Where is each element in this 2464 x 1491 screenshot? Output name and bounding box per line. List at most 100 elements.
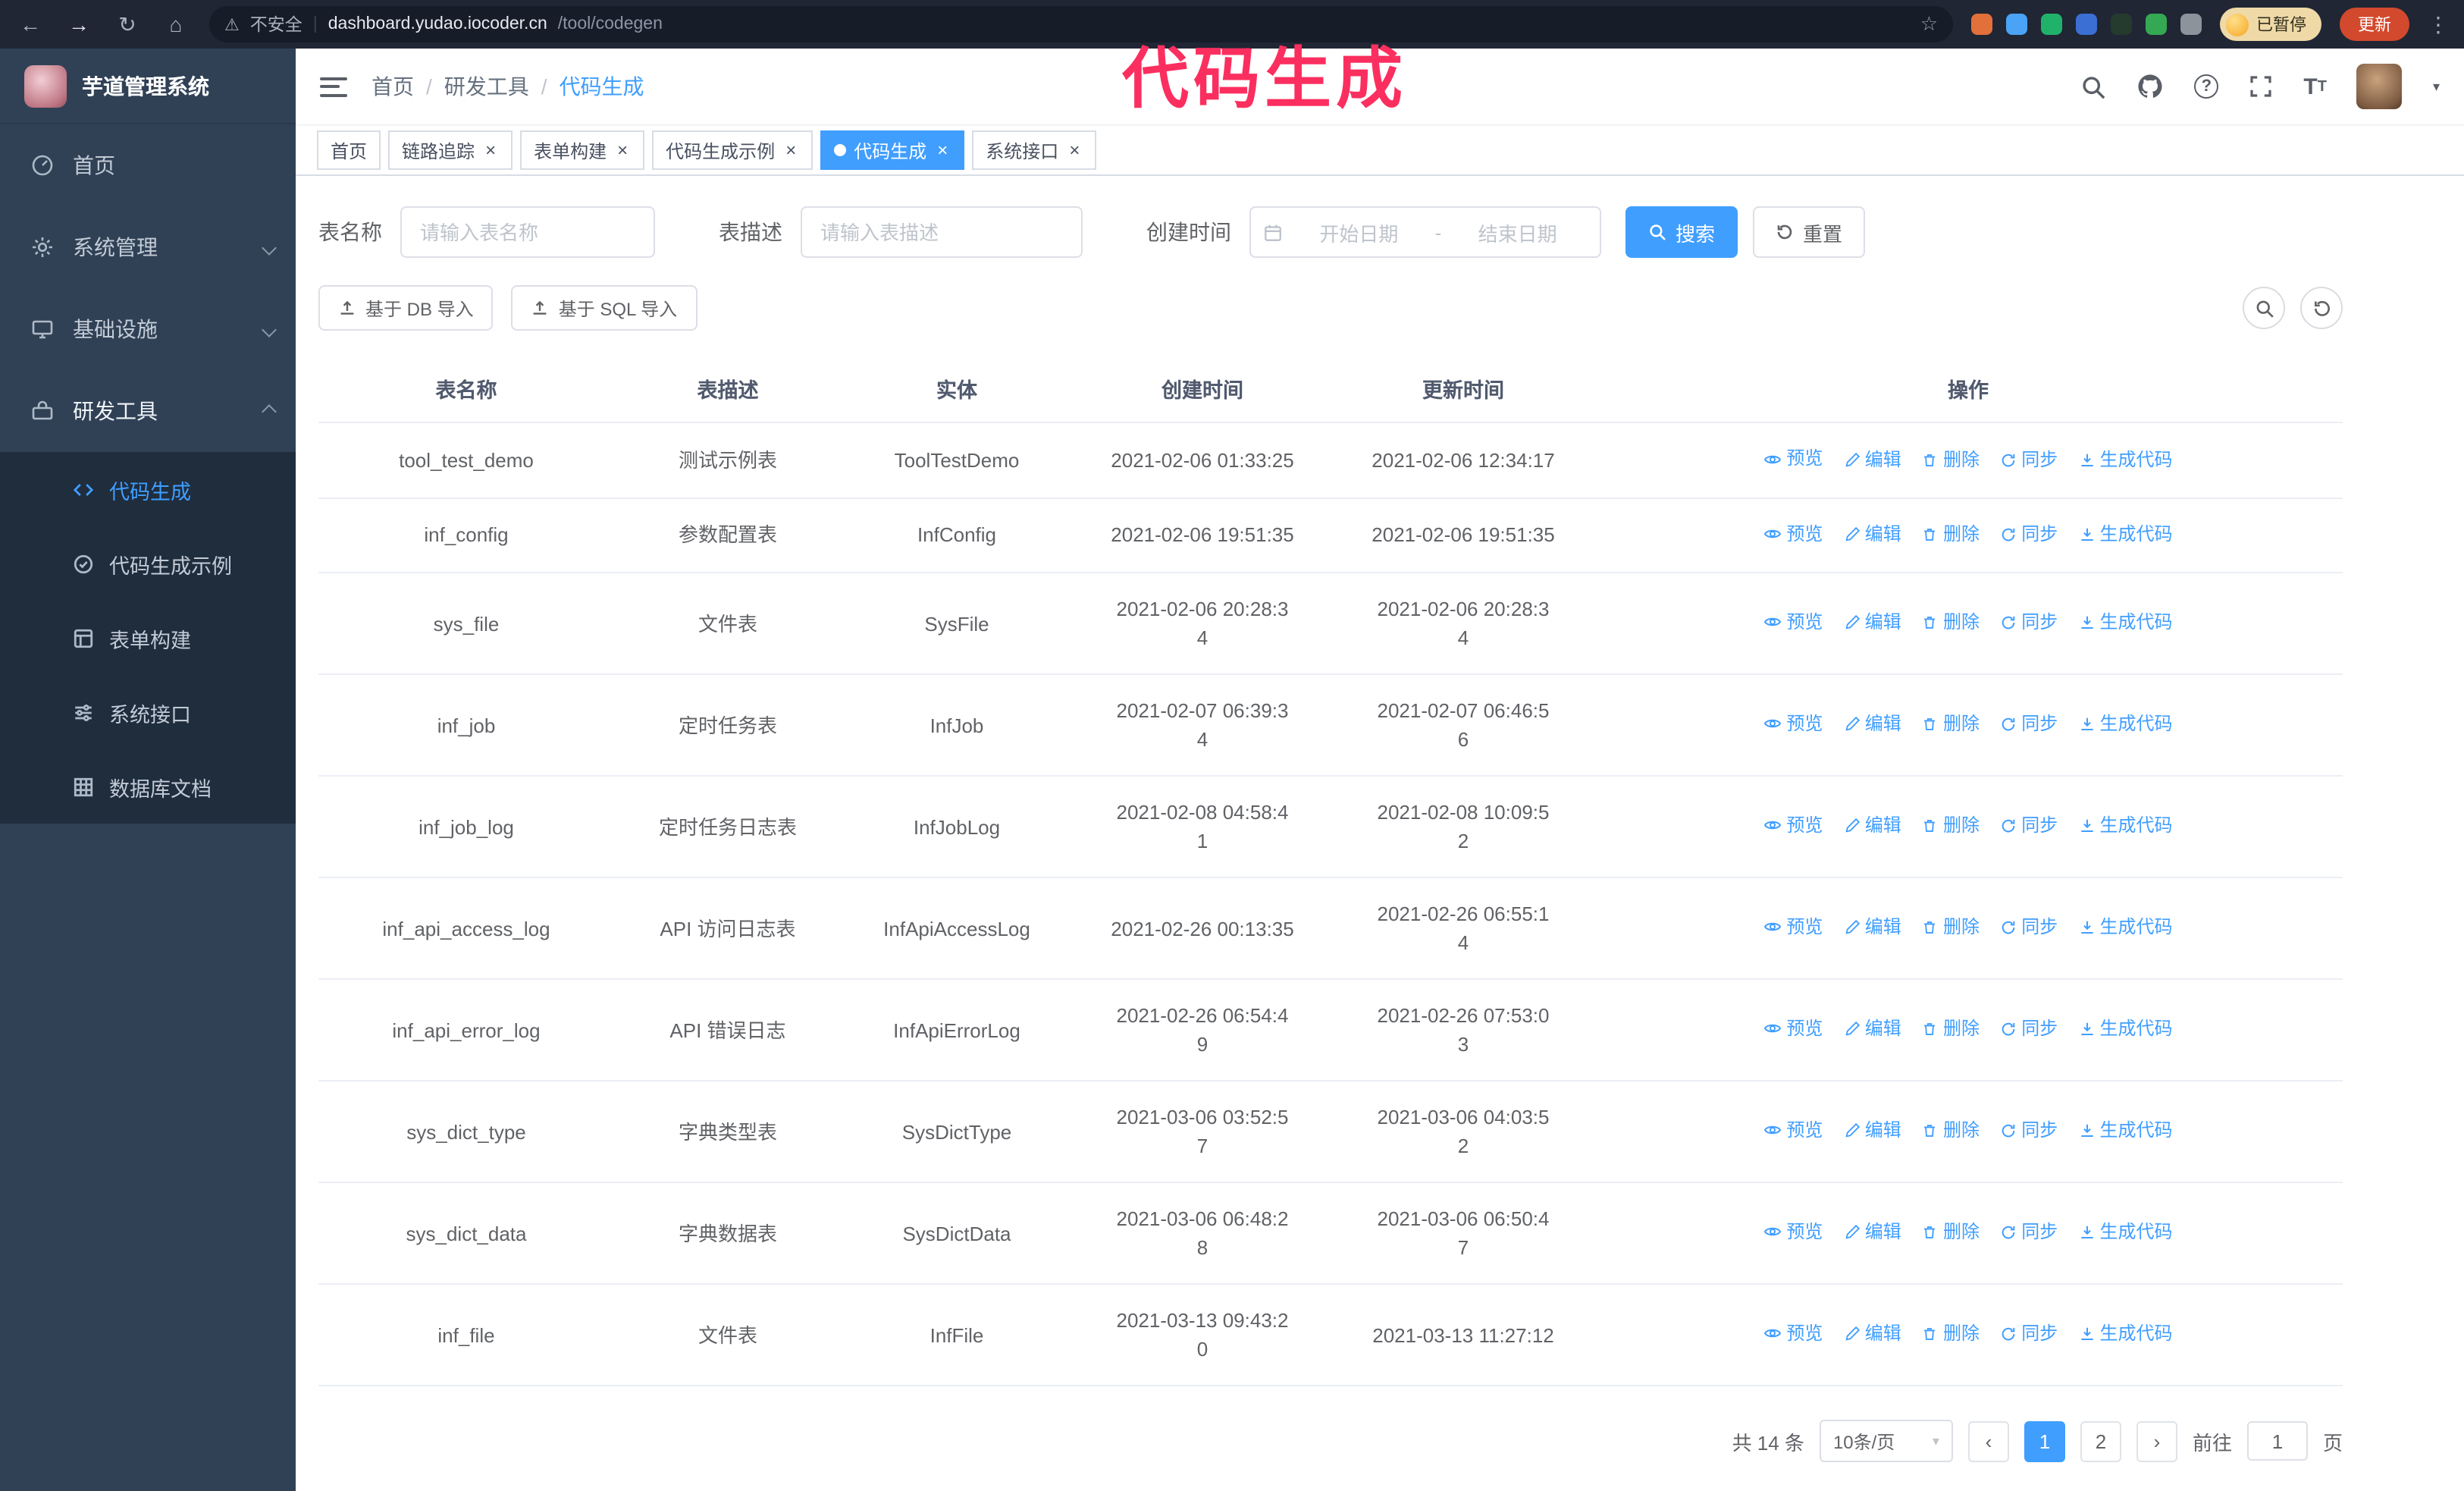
app-logo[interactable]: 芋道管理系统 <box>0 49 296 124</box>
sync-link[interactable]: 同步 <box>2000 914 2058 943</box>
reload-icon[interactable]: ↻ <box>112 11 143 37</box>
sidebar-item-system[interactable]: 系统管理 <box>0 206 296 288</box>
generate-code-link[interactable]: 生成代码 <box>2079 1015 2173 1044</box>
close-icon[interactable]: × <box>1066 140 1083 161</box>
sidebar-item-dev-tools[interactable]: 研发工具 <box>0 370 296 452</box>
bookmark-star-icon[interactable]: ☆ <box>1920 12 1938 36</box>
refresh-table-button[interactable] <box>2300 287 2343 329</box>
extension-icon[interactable] <box>2111 14 2132 35</box>
extension-icon[interactable] <box>2006 14 2027 35</box>
sync-link[interactable]: 同步 <box>2000 609 2058 638</box>
table-name-input[interactable] <box>400 206 655 258</box>
edit-link[interactable]: 编辑 <box>1844 1117 1901 1146</box>
insecure-warning-icon[interactable]: ⚠ <box>224 14 240 34</box>
tab-codegen-example[interactable]: 代码生成示例 × <box>652 130 813 170</box>
tab-codegen[interactable]: 代码生成 × <box>820 130 965 170</box>
breadcrumb-dev-tools[interactable]: 研发工具 <box>444 71 529 102</box>
close-icon[interactable]: × <box>482 140 499 161</box>
breadcrumb-home[interactable]: 首页 <box>371 71 414 102</box>
preview-link[interactable]: 预览 <box>1763 444 1823 473</box>
github-icon[interactable] <box>2136 73 2164 100</box>
edit-link[interactable]: 编辑 <box>1844 812 1901 841</box>
preview-link[interactable]: 预览 <box>1763 710 1823 739</box>
reset-button[interactable]: 重置 <box>1753 206 1866 258</box>
profile-badge[interactable]: 已暂停 <box>2220 8 2321 41</box>
generate-code-link[interactable]: 生成代码 <box>2079 609 2173 638</box>
prev-page-button[interactable]: ‹ <box>1967 1420 2009 1461</box>
delete-link[interactable]: 删除 <box>1922 609 1980 638</box>
close-icon[interactable]: × <box>614 140 631 161</box>
extension-icon[interactable] <box>2076 14 2097 35</box>
generate-code-link[interactable]: 生成代码 <box>2079 445 2173 474</box>
sidebar-item-codegen[interactable]: 代码生成 <box>0 452 296 526</box>
tab-system-api[interactable]: 系统接口 × <box>972 130 1097 170</box>
preview-link[interactable]: 预览 <box>1763 519 1823 548</box>
sync-link[interactable]: 同步 <box>2000 711 2058 739</box>
font-size-icon[interactable]: TT <box>2303 74 2327 99</box>
generate-code-link[interactable]: 生成代码 <box>2079 914 2173 943</box>
sidebar-item-db-docs[interactable]: 数据库文档 <box>0 749 296 824</box>
search-icon[interactable] <box>2080 74 2106 99</box>
fullscreen-icon[interactable] <box>2249 74 2273 99</box>
preview-link[interactable]: 预览 <box>1763 811 1823 840</box>
home-icon[interactable]: ⌂ <box>161 12 191 36</box>
preview-link[interactable]: 预览 <box>1763 1320 1823 1348</box>
delete-link[interactable]: 删除 <box>1922 812 1980 841</box>
preview-link[interactable]: 预览 <box>1763 1015 1823 1044</box>
page-button-2[interactable]: 2 <box>2080 1420 2121 1461</box>
help-icon[interactable]: ? <box>2194 74 2219 99</box>
page-button-1[interactable]: 1 <box>2024 1420 2065 1461</box>
generate-code-link[interactable]: 生成代码 <box>2079 520 2173 549</box>
next-page-button[interactable]: › <box>2136 1420 2177 1461</box>
extension-icon[interactable] <box>2146 14 2167 35</box>
generate-code-link[interactable]: 生成代码 <box>2079 812 2173 841</box>
import-db-button[interactable]: 基于 DB 导入 <box>318 285 494 331</box>
search-button[interactable]: 搜索 <box>1625 206 1738 258</box>
tab-form-builder[interactable]: 表单构建 × <box>520 130 645 170</box>
sync-link[interactable]: 同步 <box>2000 1219 2058 1248</box>
url-bar[interactable]: ⚠ 不安全 | dashboard.yudao.iocoder.cn /tool… <box>209 6 1953 42</box>
preview-link[interactable]: 预览 <box>1763 913 1823 942</box>
delete-link[interactable]: 删除 <box>1922 711 1980 739</box>
generate-code-link[interactable]: 生成代码 <box>2079 1320 2173 1349</box>
close-icon[interactable]: × <box>934 140 951 161</box>
sync-link[interactable]: 同步 <box>2000 1117 2058 1146</box>
sync-link[interactable]: 同步 <box>2000 445 2058 474</box>
delete-link[interactable]: 删除 <box>1922 1117 1980 1146</box>
preview-link[interactable]: 预览 <box>1763 1116 1823 1145</box>
edit-link[interactable]: 编辑 <box>1844 914 1901 943</box>
user-avatar[interactable] <box>2356 64 2403 109</box>
sync-link[interactable]: 同步 <box>2000 812 2058 841</box>
delete-link[interactable]: 删除 <box>1922 1320 1980 1349</box>
edit-link[interactable]: 编辑 <box>1844 520 1901 549</box>
delete-link[interactable]: 删除 <box>1922 520 1980 549</box>
import-sql-button[interactable]: 基于 SQL 导入 <box>511 285 698 331</box>
edit-link[interactable]: 编辑 <box>1844 711 1901 739</box>
generate-code-link[interactable]: 生成代码 <box>2079 711 2173 739</box>
sync-link[interactable]: 同步 <box>2000 1015 2058 1044</box>
browser-update-button[interactable]: 更新 <box>2340 8 2409 41</box>
edit-link[interactable]: 编辑 <box>1844 609 1901 638</box>
create-time-range-picker[interactable]: 开始日期 - 结束日期 <box>1249 206 1601 258</box>
extension-icon[interactable] <box>2180 14 2202 35</box>
edit-link[interactable]: 编辑 <box>1844 1219 1901 1248</box>
edit-link[interactable]: 编辑 <box>1844 445 1901 474</box>
edit-link[interactable]: 编辑 <box>1844 1320 1901 1349</box>
sync-link[interactable]: 同步 <box>2000 520 2058 549</box>
delete-link[interactable]: 删除 <box>1922 445 1980 474</box>
sidebar-item-infrastructure[interactable]: 基础设施 <box>0 288 296 370</box>
generate-code-link[interactable]: 生成代码 <box>2079 1219 2173 1248</box>
extension-icon[interactable] <box>1971 14 1992 35</box>
page-size-select[interactable]: 10条/页 ▾ <box>1819 1420 1953 1462</box>
tab-trace[interactable]: 链路追踪 × <box>388 130 513 170</box>
toggle-search-button[interactable] <box>2243 287 2285 329</box>
insecure-label[interactable]: 不安全 <box>250 12 303 36</box>
extension-icon[interactable] <box>2041 14 2062 35</box>
goto-page-input[interactable] <box>2246 1421 2308 1461</box>
generate-code-link[interactable]: 生成代码 <box>2079 1117 2173 1146</box>
preview-link[interactable]: 预览 <box>1763 608 1823 637</box>
sidebar-item-home[interactable]: 首页 <box>0 124 296 206</box>
sidebar-toggle-icon[interactable] <box>320 77 347 96</box>
avatar-caret-icon[interactable]: ▾ <box>2433 78 2440 95</box>
preview-link[interactable]: 预览 <box>1763 1218 1823 1247</box>
